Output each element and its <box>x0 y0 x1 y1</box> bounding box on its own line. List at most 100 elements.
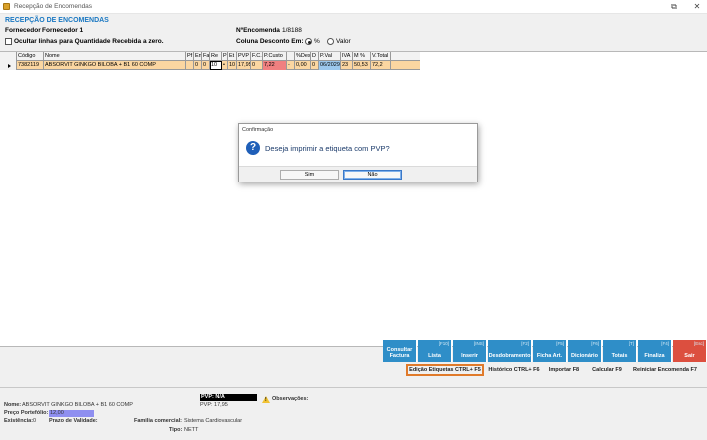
window-title: Recepção de Encomendas <box>14 3 93 10</box>
shortcut-key-label: [F5] <box>556 341 564 346</box>
import-button[interactable]: Importar F8 <box>545 364 583 376</box>
order-label: NºEncomenda <box>236 27 280 34</box>
pvp-value: PVP: 17,95 <box>200 402 228 408</box>
table-cell[interactable]: 7382119 <box>17 61 44 70</box>
close-button[interactable]: ✕ <box>689 1 705 12</box>
column-header[interactable]: PVP <box>237 52 251 61</box>
shortcut-key-label: [F10] <box>438 341 449 346</box>
column-header[interactable]: Nome <box>44 52 186 61</box>
discount-value-label: Valor <box>336 38 351 45</box>
table-cell[interactable]: 50,53 <box>353 61 371 70</box>
history-button[interactable]: Histórico CTRL+ F6 <box>485 364 543 376</box>
table-cell[interactable]: 10 <box>228 61 237 70</box>
family-label: Familia comercial: <box>134 418 182 424</box>
shortcut-key-label: [Esc] <box>693 341 704 346</box>
stock-label: Existência: <box>4 418 34 424</box>
table-cell[interactable]: 0 <box>202 61 210 70</box>
column-header[interactable] <box>287 52 295 61</box>
order-value: 1/8188 <box>282 27 302 34</box>
discount-value-radio[interactable] <box>327 38 334 45</box>
name-label: Nome: <box>4 402 22 408</box>
column-header[interactable]: Código <box>17 52 44 61</box>
shortcut-key-label: [F4] <box>661 341 669 346</box>
price-label: Preço Portefólio: <box>4 410 49 416</box>
restart-order-button[interactable]: Reiniciar Encomenda F7 <box>630 364 700 376</box>
table-cell[interactable]: 23 <box>341 61 353 70</box>
name-value: ABSORVIT GINKGO BILOBA + B1 60 COMP <box>22 402 133 408</box>
discount-percent-radio[interactable] <box>305 38 312 45</box>
table-cell[interactable]: 0 <box>311 61 319 70</box>
price-value: 12,00 <box>49 410 94 417</box>
restore-button[interactable]: ⧉ <box>666 1 682 12</box>
consult-invoice-button[interactable]: Consultar Factura <box>383 340 417 362</box>
supplier-value: Fornecedor 1 <box>42 27 84 34</box>
column-header[interactable]: F.C. <box>251 52 263 61</box>
button-label: Dicionário <box>571 353 598 359</box>
column-header[interactable]: Re <box>210 52 222 61</box>
yes-button[interactable]: Sim <box>280 170 339 180</box>
exit-button[interactable]: [Esc] Sair <box>673 340 707 362</box>
shortcut-key-label: [T] <box>628 341 634 346</box>
unfold-button[interactable]: [F2] Desdobramento <box>488 340 532 362</box>
column-header[interactable]: %Desc <box>295 52 311 61</box>
dialog-message: Deseja imprimir a etiqueta com PVP? <box>265 144 390 153</box>
button-label: Sair <box>684 353 695 359</box>
insert-button[interactable]: [INS] Inserir <box>453 340 487 362</box>
observations-label: Observações: <box>272 396 309 402</box>
table-cell[interactable]: 17,95 <box>237 61 251 70</box>
shortcut-key-label: [F2] <box>521 341 529 346</box>
shortcut-key-label: [INS] <box>473 341 484 346</box>
order-lines-grid[interactable]: CódigoNomePfEnFaRePEtPVPF.C.P.Custo%Desc… <box>0 51 707 347</box>
column-header[interactable]: Fa <box>202 52 210 61</box>
button-label: Totais <box>611 353 628 359</box>
grid-header-row: CódigoNomePfEnFaRePEtPVPF.C.P.Custo%Desc… <box>0 52 420 61</box>
table-cell[interactable] <box>186 61 194 70</box>
action-toolbar: Consultar Factura [F10] Lista [INS] Inserir[… <box>0 340 707 388</box>
edit-labels-button[interactable]: Edição Etiquetas CTRL+ F5 <box>406 364 484 376</box>
list-button[interactable]: [F10] Lista <box>418 340 452 362</box>
window-titlebar: Recepção de Encomendas ⧉ ✕ <box>0 0 707 14</box>
table-row[interactable]: 7382119 ABSORVIT GINKGO BILOBA + B1 60 CO… <box>0 61 420 70</box>
warning-icon <box>262 396 270 403</box>
pvp-na-badge: PVP: N/A <box>200 394 257 401</box>
hide-lines-label: Ocultar linhas para Quantidade Recebida … <box>14 38 164 45</box>
hide-lines-checkbox[interactable] <box>5 38 12 45</box>
table-cell[interactable]: 0 <box>251 61 263 70</box>
page-title: RECEPÇÃO DE ENCOMENDAS <box>5 17 109 24</box>
app-icon <box>3 3 10 10</box>
column-header[interactable]: P.Custo <box>263 52 287 61</box>
column-header[interactable]: Pf <box>186 52 194 61</box>
column-header[interactable]: D <box>311 52 319 61</box>
column-header[interactable]: IVA <box>341 52 353 61</box>
no-button[interactable]: Não <box>343 170 402 180</box>
dictionary-button[interactable]: [F6] Dicionário <box>568 340 602 362</box>
column-header[interactable]: V.Total <box>371 52 391 61</box>
table-cell[interactable]: 06/2029 <box>319 61 341 70</box>
column-header[interactable]: Et <box>228 52 237 61</box>
stock-value: 0 <box>33 418 37 424</box>
table-cell[interactable]: - <box>287 61 295 70</box>
table-cell[interactable]: 0 <box>194 61 202 70</box>
table-cell[interactable]: ABSORVIT GINKGO BILOBA + B1 60 COMP <box>44 61 186 70</box>
table-cell[interactable]: 0,00 <box>295 61 311 70</box>
item-card-button[interactable]: [F5] Ficha Art. <box>533 340 567 362</box>
question-icon: ? <box>246 141 260 155</box>
expiry-label: Prazo de Validade: <box>49 418 98 424</box>
column-header[interactable]: En <box>194 52 202 61</box>
table-cell[interactable]: 10 <box>210 61 222 70</box>
table-cell[interactable]: 7,22 <box>263 61 287 70</box>
button-label: Consultar Factura <box>386 347 413 359</box>
column-header[interactable]: P.Val <box>319 52 341 61</box>
column-header[interactable]: M % <box>353 52 371 61</box>
dialog-footer: Sim Não <box>239 166 477 182</box>
row-selector[interactable] <box>0 61 17 70</box>
discount-column-label: Coluna Desconto Em: <box>236 38 304 45</box>
current-row-pointer-icon <box>8 63 11 68</box>
finish-button[interactable]: [F4] Finaliza <box>638 340 672 362</box>
button-label: Desdobramento <box>488 353 531 359</box>
discount-percent-label: % <box>314 38 320 45</box>
table-cell[interactable]: 72,2 <box>371 61 391 70</box>
calculate-button[interactable]: Calcular F9 <box>588 364 626 376</box>
totals-button[interactable]: [T] Totais <box>603 340 637 362</box>
button-label: Inserir <box>461 353 478 359</box>
